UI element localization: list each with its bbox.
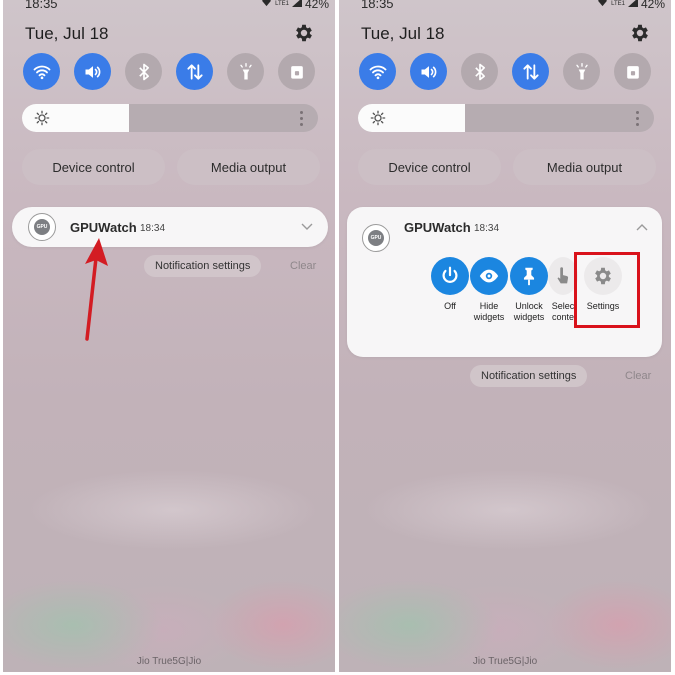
carrier-label: Jio True5G|Jio: [136, 656, 202, 667]
gear-icon[interactable]: [629, 22, 651, 44]
bluetooth-toggle[interactable]: [461, 53, 498, 90]
mobile-data-toggle[interactable]: [176, 53, 213, 90]
red-arrow-annotation: [85, 238, 108, 341]
power-icon: [442, 266, 458, 283]
chevron-up-icon[interactable]: [636, 223, 648, 231]
clear-button[interactable]: Clear: [290, 260, 316, 272]
flashlight-toggle[interactable]: [227, 53, 264, 90]
clear-button[interactable]: Clear: [625, 370, 651, 382]
lock-icon: [626, 65, 639, 79]
wifi-icon: [33, 65, 50, 79]
lock-toggle[interactable]: [614, 53, 651, 90]
lock-icon: [290, 65, 303, 79]
flashlight-icon: [575, 62, 588, 79]
left-screen: 18:35 LTE1 42% Tue, Jul 18 Device contro…: [3, 0, 335, 672]
flashlight-icon: [239, 62, 252, 79]
touch-icon: [557, 267, 569, 284]
device-control-button[interactable]: Device control: [358, 149, 501, 185]
chevron-down-icon[interactable]: [301, 223, 313, 231]
right-screen: 18:35 LTE1 42% Tue, Jul 18 Device contro…: [339, 0, 671, 672]
sound-toggle[interactable]: [74, 53, 111, 90]
wifi-toggle[interactable]: [23, 53, 60, 90]
wifi-status-icon: [261, 0, 272, 10]
eye-icon: [479, 269, 499, 283]
quick-settings-row: [23, 53, 315, 90]
carrier-label: Jio True5G|Jio: [472, 656, 538, 667]
more-options-icon[interactable]: [636, 111, 640, 129]
bluetooth-icon: [138, 63, 149, 80]
network-status: LTE1: [275, 1, 289, 7]
media-output-button[interactable]: Media output: [177, 149, 320, 185]
sun-icon: [370, 110, 386, 126]
flashlight-toggle[interactable]: [563, 53, 600, 90]
status-bar-icons: LTE1 42%: [261, 0, 329, 11]
wifi-toggle[interactable]: [359, 53, 396, 90]
wifi-icon: [369, 65, 386, 79]
gear-icon[interactable]: [293, 22, 315, 44]
date: Tue, Jul 18: [361, 24, 445, 43]
brightness-slider[interactable]: [358, 104, 654, 132]
notification-settings-button[interactable]: Notification settings: [144, 255, 262, 277]
network-status: LTE1: [611, 1, 625, 7]
bluetooth-icon: [474, 63, 485, 80]
wifi-status-icon: [597, 0, 608, 10]
notification-settings-button[interactable]: Notification settings: [470, 365, 588, 387]
signal-icon: [291, 0, 302, 10]
battery-percent: 42%: [304, 0, 329, 11]
status-bar-icons: LTE1 42%: [597, 0, 665, 11]
sound-icon: [85, 65, 100, 78]
sound-icon: [421, 65, 436, 78]
mobile-data-icon: [186, 63, 203, 80]
status-time: 18:35: [25, 0, 58, 11]
notification-time: 18:34: [140, 223, 166, 234]
sound-toggle[interactable]: [410, 53, 447, 90]
app-icon: GPU: [28, 213, 56, 241]
mobile-data-icon: [522, 63, 539, 80]
pin-icon: [523, 267, 535, 286]
notification-time: 18:34: [474, 223, 500, 234]
quick-settings-row: [359, 53, 651, 90]
bluetooth-toggle[interactable]: [125, 53, 162, 90]
device-control-button[interactable]: Device control: [22, 149, 165, 185]
lock-toggle[interactable]: [278, 53, 315, 90]
more-options-icon[interactable]: [300, 111, 304, 129]
signal-icon: [627, 0, 638, 10]
status-time: 18:35: [361, 0, 394, 11]
date: Tue, Jul 18: [25, 24, 109, 43]
media-output-button[interactable]: Media output: [513, 149, 656, 185]
battery-percent: 42%: [640, 0, 665, 11]
brightness-slider[interactable]: [22, 104, 318, 132]
sun-icon: [34, 110, 50, 126]
mobile-data-toggle[interactable]: [512, 53, 549, 90]
settings-highlight-box: [574, 252, 640, 328]
app-name: GPUWatch: [404, 220, 471, 235]
app-icon: GPU: [362, 224, 390, 252]
app-name: GPUWatch: [70, 220, 137, 235]
gpuwatch-notification[interactable]: GPU GPUWatch 18:34: [12, 207, 328, 247]
